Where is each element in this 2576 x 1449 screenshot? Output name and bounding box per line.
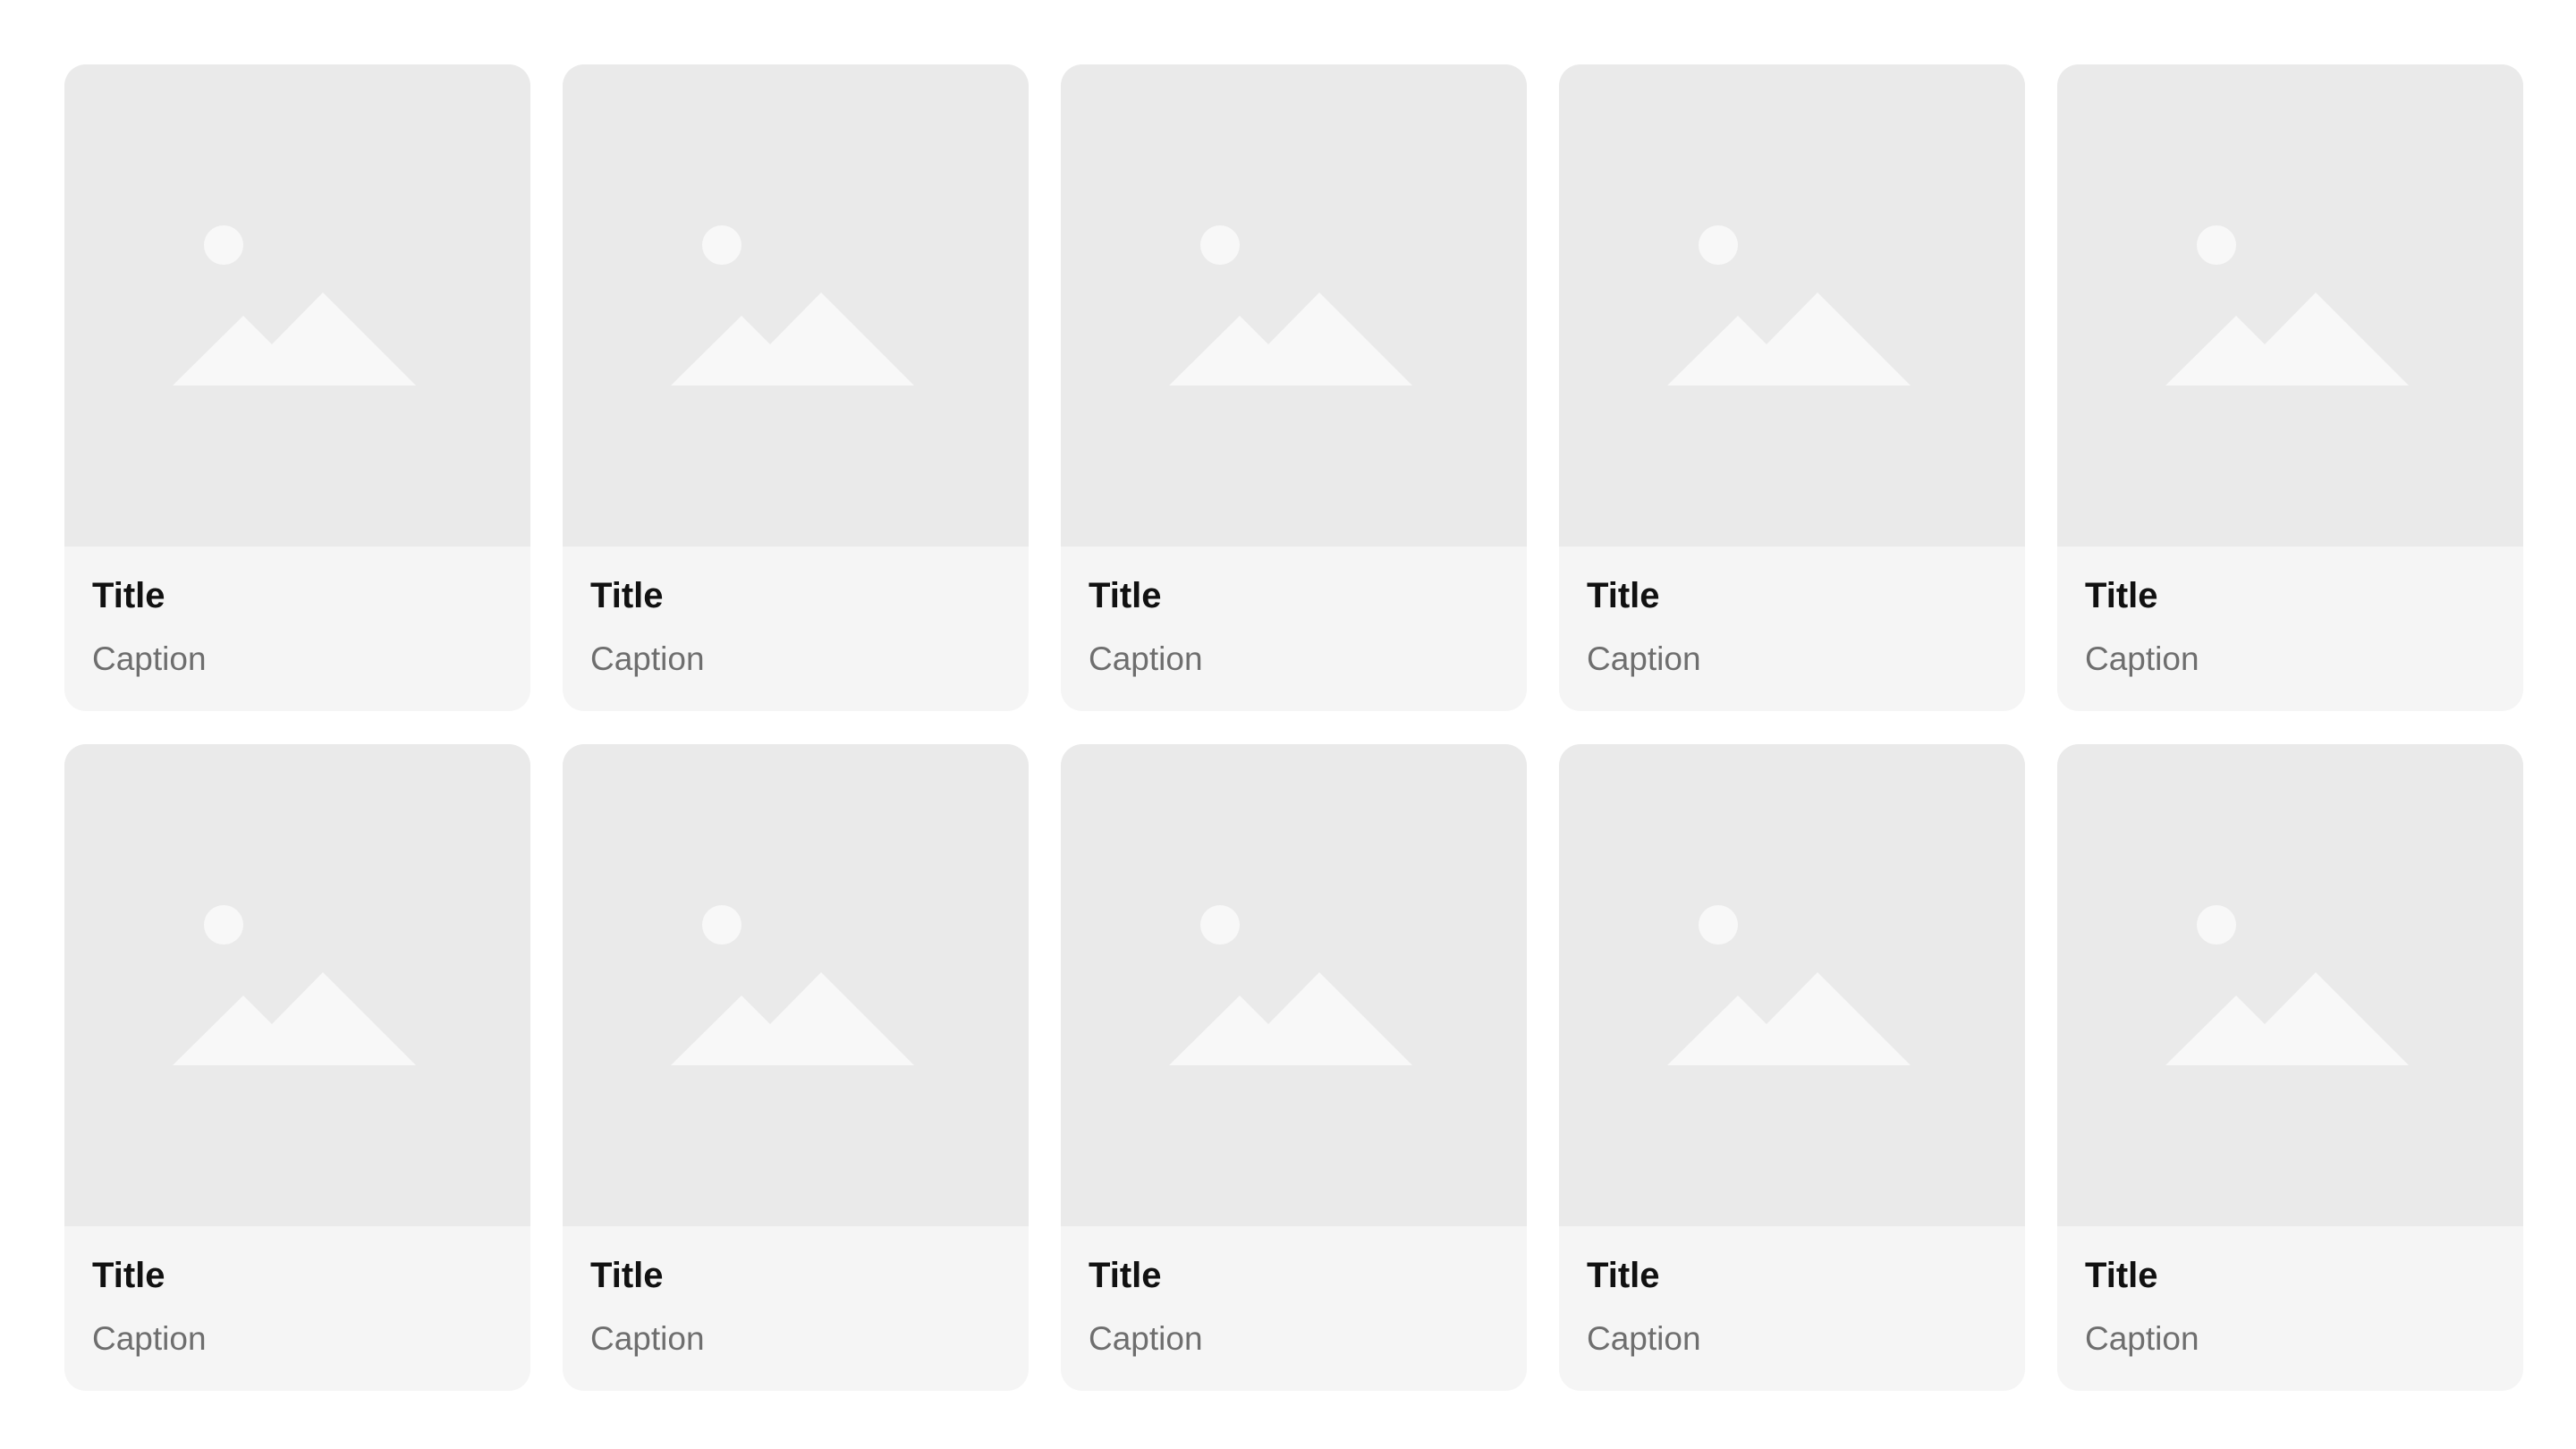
card-title: Title [1089, 1256, 1162, 1295]
card-image-placeholder [1061, 64, 1527, 547]
card-image-placeholder [563, 64, 1029, 547]
card-image-placeholder [563, 744, 1029, 1226]
card-title: Title [1587, 576, 1660, 615]
card-title: Title [92, 1256, 165, 1295]
card[interactable]: Title Caption [64, 744, 530, 1391]
card[interactable]: Title Caption [1061, 744, 1527, 1391]
card-caption: Caption [1587, 1320, 1701, 1357]
card-title: Title [590, 576, 664, 615]
card-title: Title [2085, 1256, 2158, 1295]
image-placeholder-icon [671, 905, 914, 1065]
image-placeholder-icon [173, 905, 416, 1065]
card-title: Title [1089, 576, 1162, 615]
image-placeholder-icon [1169, 225, 1412, 386]
card[interactable]: Title Caption [563, 64, 1029, 711]
card[interactable]: Title Caption [2057, 64, 2523, 711]
image-placeholder-icon [1667, 225, 1911, 386]
card-title: Title [1587, 1256, 1660, 1295]
card[interactable]: Title Caption [2057, 744, 2523, 1391]
card[interactable]: Title Caption [64, 64, 530, 711]
card[interactable]: Title Caption [1559, 744, 2025, 1391]
card-caption: Caption [1089, 1320, 1203, 1357]
image-placeholder-icon [173, 225, 416, 386]
image-placeholder-icon [1169, 905, 1412, 1065]
card-image-placeholder [2057, 64, 2523, 547]
card-caption: Caption [92, 640, 207, 677]
card-caption: Caption [1587, 640, 1701, 677]
card-caption: Caption [92, 1320, 207, 1357]
card[interactable]: Title Caption [563, 744, 1029, 1391]
card-image-placeholder [1061, 744, 1527, 1226]
card-title: Title [92, 576, 165, 615]
card-caption: Caption [2085, 1320, 2199, 1357]
image-placeholder-icon [2165, 225, 2409, 386]
card-title: Title [590, 1256, 664, 1295]
card-image-placeholder [64, 64, 530, 547]
card[interactable]: Title Caption [1061, 64, 1527, 711]
image-placeholder-icon [1667, 905, 1911, 1065]
card-caption: Caption [590, 1320, 705, 1357]
card-title: Title [2085, 576, 2158, 615]
card-image-placeholder [1559, 64, 2025, 547]
card-caption: Caption [590, 640, 705, 677]
card-grid: Title Caption Title Caption Title Captio… [64, 64, 2526, 1391]
card-image-placeholder [2057, 744, 2523, 1226]
card-image-placeholder [64, 744, 530, 1226]
card-caption: Caption [1089, 640, 1203, 677]
card-image-placeholder [1559, 744, 2025, 1226]
image-placeholder-icon [671, 225, 914, 386]
card-caption: Caption [2085, 640, 2199, 677]
card[interactable]: Title Caption [1559, 64, 2025, 711]
image-placeholder-icon [2165, 905, 2409, 1065]
